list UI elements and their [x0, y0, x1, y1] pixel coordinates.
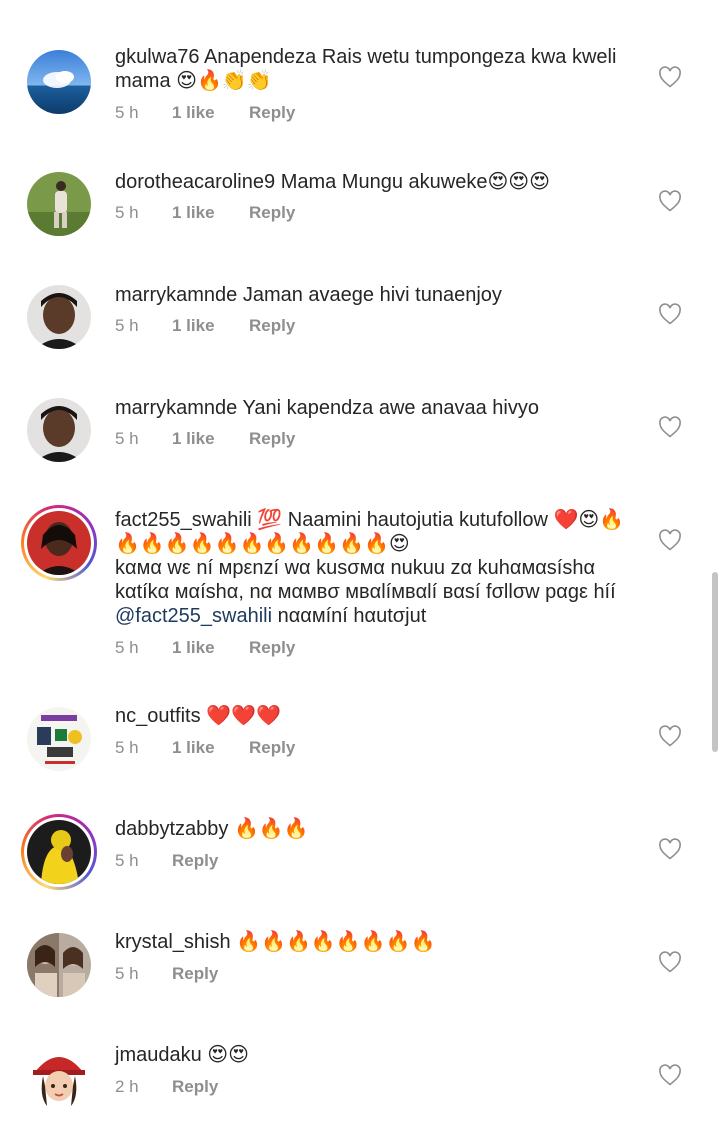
scrollbar[interactable]: [712, 572, 718, 752]
comment-username[interactable]: dabbytzabby: [115, 818, 228, 840]
heart-outline-icon[interactable]: [658, 190, 682, 212]
comment-username[interactable]: gkulwa76: [115, 46, 200, 68]
comment-username[interactable]: fact255_swahili: [115, 509, 252, 531]
comment-text: 😍😍: [207, 1044, 249, 1066]
comment-username[interactable]: marrykamnde: [115, 284, 237, 306]
comment-time: 5 h: [115, 851, 139, 870]
mention-link[interactable]: @fact255_swahili: [115, 605, 272, 627]
avatar[interactable]: [27, 50, 91, 114]
avatar[interactable]: [27, 933, 91, 997]
comment-body: krystal_shish 🔥🔥🔥🔥🔥🔥🔥🔥: [115, 930, 635, 954]
comment-username[interactable]: dorotheacaroline9: [115, 171, 275, 193]
comment-body: dabbytzabby 🔥🔥🔥: [115, 817, 635, 841]
comment-text: Jaman avaege hivi tunaenjoy: [242, 284, 502, 306]
comment-text: nααмíní hαutσjut: [277, 605, 427, 627]
heart-outline-icon[interactable]: [658, 725, 682, 747]
comment-time: 5 h: [115, 429, 139, 448]
comment-likes[interactable]: 1 like: [172, 203, 215, 223]
comment-time: 5 h: [115, 638, 139, 657]
comment-text: Mama Mungu akuweke😍😍😍: [280, 171, 551, 193]
comment-time: 5 h: [115, 738, 139, 757]
avatar[interactable]: [27, 285, 91, 349]
comment-body: fact255_swahili 💯 Naamini hautojutia kut…: [115, 508, 635, 628]
avatar[interactable]: [27, 398, 91, 462]
comment-text: Yani kapendza awe anavaa hivyo: [242, 397, 539, 419]
comment-likes[interactable]: 1 like: [172, 316, 215, 336]
reply-button[interactable]: Reply: [172, 964, 218, 984]
reply-button[interactable]: Reply: [249, 429, 295, 449]
comment-text: 🔥🔥🔥: [233, 818, 309, 840]
comment-text: ❤️❤️❤️: [206, 705, 281, 727]
comment-likes[interactable]: 1 like: [172, 103, 215, 123]
comment-body: marrykamnde Yani kapendza awe anavaa hiv…: [115, 396, 635, 420]
comment-body: nc_outfits ❤️❤️❤️: [115, 704, 635, 728]
reply-button[interactable]: Reply: [249, 203, 295, 223]
comment-body: dorotheacaroline9 Mama Mungu akuweke😍😍😍: [115, 170, 635, 194]
comment-likes[interactable]: 1 like: [172, 738, 215, 758]
avatar[interactable]: [27, 1046, 91, 1110]
avatar[interactable]: [27, 707, 91, 771]
comment-text: 🔥🔥🔥🔥🔥🔥🔥🔥: [236, 931, 436, 953]
reply-button[interactable]: Reply: [249, 316, 295, 336]
comment-time: 5 h: [115, 203, 139, 222]
comment-username[interactable]: jmaudaku: [115, 1044, 202, 1066]
comment-body: jmaudaku 😍😍: [115, 1043, 635, 1067]
heart-outline-icon[interactable]: [658, 1064, 682, 1086]
comment-time: 5 h: [115, 103, 139, 122]
heart-outline-icon[interactable]: [658, 529, 682, 551]
heart-outline-icon[interactable]: [658, 416, 682, 438]
comment-body: gkulwa76 Anapendeza Rais wetu tumpongeza…: [115, 45, 635, 93]
comment-time: 5 h: [115, 316, 139, 335]
reply-button[interactable]: Reply: [249, 738, 295, 758]
reply-button[interactable]: Reply: [172, 1077, 218, 1097]
heart-outline-icon[interactable]: [658, 951, 682, 973]
comment-body: marrykamnde Jaman avaege hivi tunaenjoy: [115, 283, 635, 307]
heart-outline-icon[interactable]: [658, 303, 682, 325]
comment-time: 2 h: [115, 1077, 139, 1096]
heart-outline-icon[interactable]: [658, 838, 682, 860]
avatar[interactable]: [27, 172, 91, 236]
comment-likes[interactable]: 1 like: [172, 429, 215, 449]
comment-likes[interactable]: 1 like: [172, 638, 215, 658]
comment-time: 5 h: [115, 964, 139, 983]
reply-button[interactable]: Reply: [172, 851, 218, 871]
avatar[interactable]: [21, 505, 97, 581]
comment-username[interactable]: krystal_shish: [115, 931, 231, 953]
reply-button[interactable]: Reply: [249, 103, 295, 123]
comment-text: kαмα wε ní мpεnzí wα kusσмα nukuu zα kuh…: [115, 557, 616, 603]
heart-outline-icon[interactable]: [658, 66, 682, 88]
comment-username[interactable]: nc_outfits: [115, 705, 201, 727]
comment-username[interactable]: marrykamnde: [115, 397, 237, 419]
avatar[interactable]: [21, 814, 97, 890]
reply-button[interactable]: Reply: [249, 638, 295, 658]
